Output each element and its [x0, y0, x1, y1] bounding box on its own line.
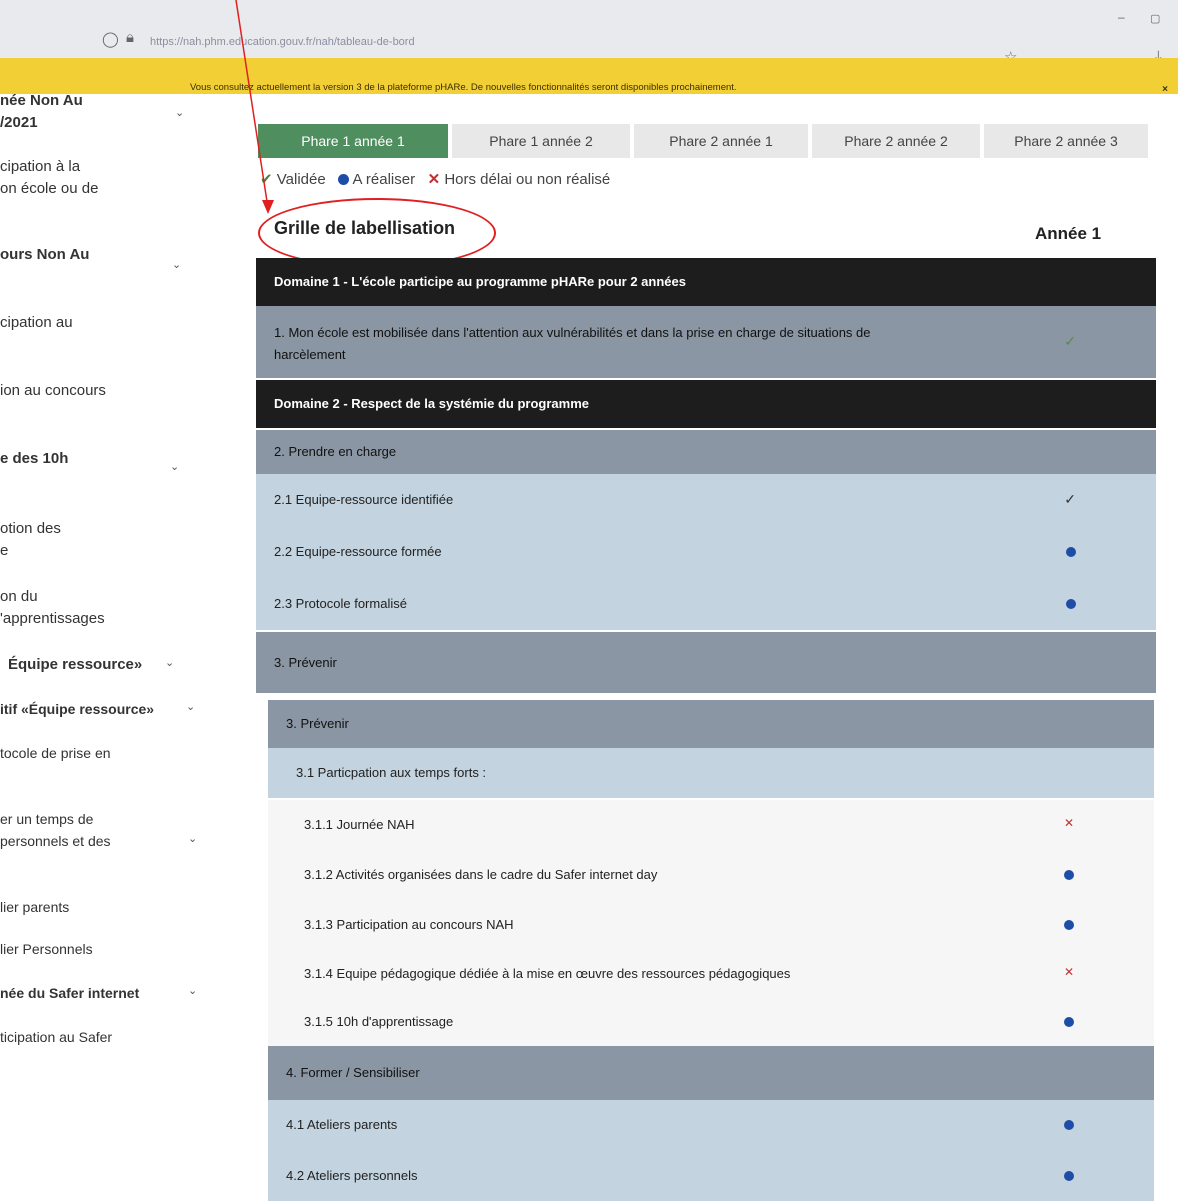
row-label: 2.1 Equipe-ressource identifiée [274, 492, 454, 507]
sidebar-item[interactable]: e des 10h [0, 448, 230, 470]
row-label: 3.1 Particpation aux temps forts : [296, 765, 487, 780]
row-label: 3. Prévenir [286, 716, 349, 731]
chevron-down-icon[interactable]: ⌄ [170, 460, 179, 473]
chevron-down-icon[interactable]: ⌄ [188, 984, 197, 997]
section-row: 1. Mon école est mobilisée dans l'attent… [256, 306, 1156, 378]
row-label: 1. Mon école est mobilisée dans l'attent… [274, 325, 871, 362]
criterion-row: 3.1.4 Equipe pédagogique dédiée à la mis… [268, 950, 1154, 999]
sidebar-item[interactable]: ticipation au Safer [0, 1026, 230, 1048]
criterion-row: 3.1.2 Activités organisées dans le cadre… [268, 850, 1154, 901]
check-icon: ✓ [1064, 491, 1076, 507]
blue-dot-icon [1064, 866, 1074, 882]
blue-dot-icon [1064, 1013, 1074, 1029]
row-label: 3.1.2 Activités organisées dans le cadre… [304, 867, 658, 882]
row-label: Domaine 1 - L'école participe au program… [274, 274, 686, 289]
red-x-icon: ✕ [1063, 816, 1074, 830]
sidebar-item[interactable]: otion des [0, 518, 230, 540]
row-label: 3.1.3 Participation au concours NAH [304, 917, 514, 932]
row-label: 4.1 Ateliers parents [286, 1117, 398, 1132]
sidebar-item[interactable]: e [0, 540, 230, 562]
row-label: 4.2 Ateliers personnels [286, 1168, 418, 1183]
sidebar-item[interactable]: on du [0, 586, 230, 608]
row-label: 2.3 Protocole formalisé [274, 596, 407, 611]
chevron-down-icon[interactable]: ⌄ [186, 700, 195, 713]
criterion-row: 2.2 Equipe-ressource formée [256, 526, 1156, 578]
row-label: 3.1.1 Journée NAH [304, 817, 415, 832]
criterion-row: 4.2 Ateliers personnels [268, 1150, 1154, 1201]
sidebar-item[interactable]: lier Personnels [0, 938, 230, 960]
sidebar-item[interactable]: itif «Équipe ressource» [0, 698, 230, 720]
screenshot-divider [0, 693, 1178, 696]
sidebar-item[interactable]: cipation au [0, 312, 230, 334]
row-label: 4. Former / Sensibiliser [286, 1065, 420, 1080]
blue-dot-icon [1066, 543, 1076, 559]
row-label: 3.1.5 10h d'apprentissage [304, 1014, 454, 1029]
criterion-row: 3.1 Particpation aux temps forts : [268, 748, 1154, 798]
annotation-arrow [235, 0, 274, 214]
section-row: 3. Prévenir [256, 632, 1156, 694]
section-row: 2. Prendre en charge [256, 430, 1156, 474]
row-label: 3. Prévenir [274, 655, 337, 670]
check-icon: ✓ [1064, 333, 1076, 349]
sidebar-item[interactable]: tocole de prise en [0, 742, 230, 764]
row-label: 2. Prendre en charge [274, 444, 397, 459]
row-label: Domaine 2 - Respect de la systémie du pr… [274, 396, 589, 411]
blue-dot-icon [1066, 595, 1076, 611]
chevron-down-icon[interactable]: ⌄ [188, 832, 197, 845]
sidebar-item[interactable]: Équipe ressource» [8, 654, 238, 676]
criterion-row: 3.1.3 Participation au concours NAH [268, 900, 1154, 951]
section-row: 3. Prévenir [268, 700, 1154, 748]
sidebar-item[interactable]: er un temps de [0, 808, 230, 830]
sidebar-item[interactable]: ion au concours [0, 380, 230, 402]
domain-row: Domaine 2 - Respect de la systémie du pr… [256, 380, 1156, 428]
section-row: 4. Former / Sensibiliser [268, 1046, 1154, 1100]
blue-dot-icon [1064, 1167, 1074, 1183]
blue-dot-icon [1064, 1116, 1074, 1132]
domain-row: Domaine 1 - L'école participe au program… [256, 258, 1156, 306]
sidebar-item[interactable]: lier parents [0, 896, 230, 918]
row-label: 3.1.4 Equipe pédagogique dédiée à la mis… [304, 966, 791, 981]
criterion-row: 4.1 Ateliers parents [268, 1100, 1154, 1150]
chevron-down-icon[interactable]: ⌄ [165, 656, 174, 669]
red-x-icon: ✕ [1063, 965, 1074, 979]
criterion-row: 3.1.1 Journée NAH ✕ [268, 800, 1154, 851]
criterion-row: 2.1 Equipe-ressource identifiée ✓ [256, 474, 1156, 526]
row-label: 2.2 Equipe-ressource formée [274, 544, 442, 559]
sidebar-item[interactable]: 'apprentissages [0, 608, 230, 630]
criterion-row: 3.1.5 10h d'apprentissage [268, 998, 1154, 1047]
blue-dot-icon [1064, 916, 1074, 932]
criterion-row: 2.3 Protocole formalisé [256, 578, 1156, 630]
